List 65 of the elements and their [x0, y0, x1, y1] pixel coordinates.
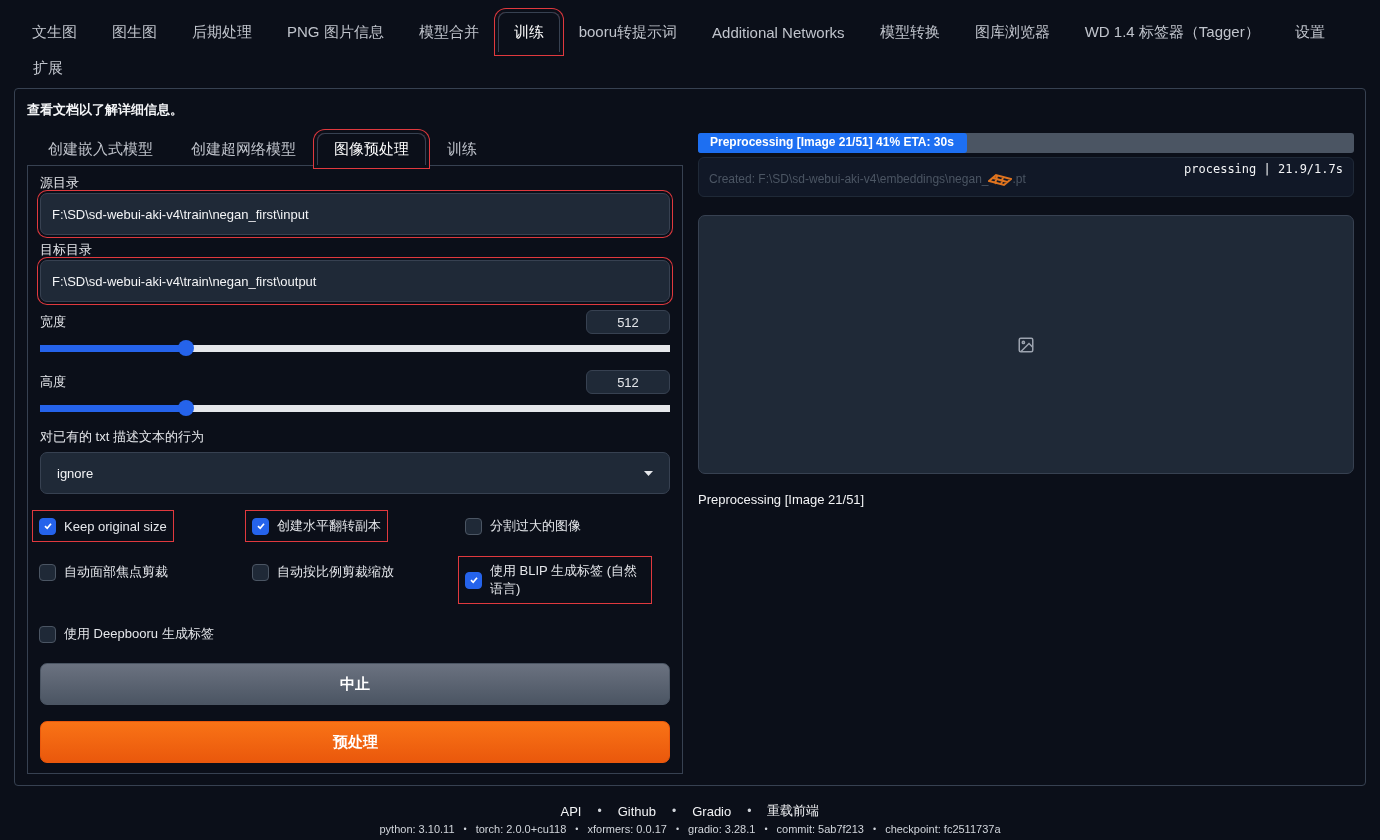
timing-text: processing | 21.9/1.7s — [1184, 162, 1343, 178]
separator: • — [597, 804, 602, 818]
footer-link[interactable]: Gradio — [692, 803, 732, 819]
checkbox-option[interactable]: 使用 Deepbooru 生成标签 — [32, 618, 221, 650]
footer-link[interactable]: API — [560, 803, 582, 819]
footer-link[interactable]: Github — [617, 803, 656, 819]
nav-tab[interactable]: 扩展 — [16, 52, 80, 84]
version-info: python: 3.10.11 — [379, 823, 455, 835]
slider-label: 高度 — [40, 373, 66, 391]
interrupt-button[interactable]: 中止 — [40, 663, 670, 705]
check-icon — [255, 521, 266, 531]
check-icon — [468, 575, 479, 585]
field-label: 目标目录 — [40, 241, 93, 259]
slider-thumb[interactable] — [178, 340, 195, 356]
separator: • — [672, 804, 677, 818]
scribble-mark — [988, 173, 1013, 187]
image-icon — [1017, 335, 1035, 354]
sub-tab[interactable]: 创建超网络模型 — [174, 133, 313, 165]
nav-tab[interactable]: Additional Networks — [696, 12, 861, 52]
progress-text: Preprocessing [Image 21/51] 41% ETA: 30s — [710, 135, 954, 149]
nav-tab[interactable]: 模型转换 — [863, 12, 956, 52]
checkbox-option[interactable]: 使用 BLIP 生成标签 (自然语言) — [458, 556, 652, 604]
sub-tab[interactable]: 训练 — [430, 133, 494, 165]
nav-tab[interactable]: 文生图 — [16, 12, 93, 52]
footer-link[interactable]: 重载前端 — [767, 802, 820, 820]
nav-tab[interactable]: 图库浏览器 — [958, 12, 1066, 52]
field-label: 源目录 — [40, 174, 80, 192]
checkbox-option[interactable]: 自动面部焦点剪裁 — [32, 556, 175, 588]
version-info: xformers: 0.0.17 — [587, 823, 667, 835]
separator: • — [463, 824, 467, 834]
separator: • — [747, 804, 752, 818]
separator: • — [675, 824, 680, 834]
caret-icon — [644, 470, 653, 476]
path-field[interactable]: F:\SD\sd-webui-aki-v4\train\negan_first\input — [40, 193, 670, 235]
result-caption: Preprocessing [Image 21/51] — [698, 492, 866, 507]
checkbox-option[interactable]: 分割过大的图像 — [458, 510, 588, 542]
number-field[interactable]: 512 — [586, 310, 670, 334]
slider-label: 宽度 — [40, 313, 66, 331]
nav-tab[interactable]: 设置 — [1278, 12, 1341, 52]
separator: • — [872, 824, 877, 834]
checkbox-option[interactable]: 创建水平翻转副本 — [245, 510, 388, 542]
dropdown[interactable]: ignore — [40, 452, 670, 494]
version-info: torch: 2.0.0+cu118 — [475, 823, 567, 835]
created-text: Created: F:\SD\sd-webui-aki-v4\embeddings\negan_ — [709, 172, 989, 186]
nav-tab[interactable]: 图生图 — [96, 12, 173, 52]
nav-tab[interactable]: booru转提示词 — [562, 12, 694, 52]
sub-tab[interactable]: 创建嵌入式模型 — [31, 133, 170, 165]
separator: • — [764, 824, 768, 834]
version-info: gradio: 3.28.1 — [688, 823, 756, 835]
separator: • — [575, 824, 579, 834]
path-field[interactable]: F:\SD\sd-webui-aki-v4\train\negan_first\output — [40, 260, 670, 302]
docs-note: 查看文档以了解详细信息。 — [27, 101, 184, 119]
nav-tab[interactable]: WD 1.4 标签器（Tagger） — [1068, 12, 1276, 52]
version-info: checkpoint: fc2511737a — [885, 823, 1001, 835]
nav-tab[interactable]: PNG 图片信息 — [271, 12, 400, 52]
check-icon — [42, 521, 53, 531]
slider-thumb[interactable] — [178, 400, 195, 416]
created-text: .pt — [1012, 172, 1026, 186]
nav-tab[interactable]: 后期处理 — [176, 12, 268, 52]
dropdown-label: 对已有的 txt 描述文本的行为 — [40, 428, 205, 446]
checkbox-option[interactable]: Keep original size — [32, 510, 174, 542]
nav-tab[interactable]: 模型合并 — [402, 12, 495, 52]
number-field[interactable]: 512 — [586, 370, 670, 394]
checkbox-option[interactable]: 自动按比例剪裁缩放 — [245, 556, 401, 588]
version-info: commit: 5ab7f213 — [776, 823, 864, 835]
